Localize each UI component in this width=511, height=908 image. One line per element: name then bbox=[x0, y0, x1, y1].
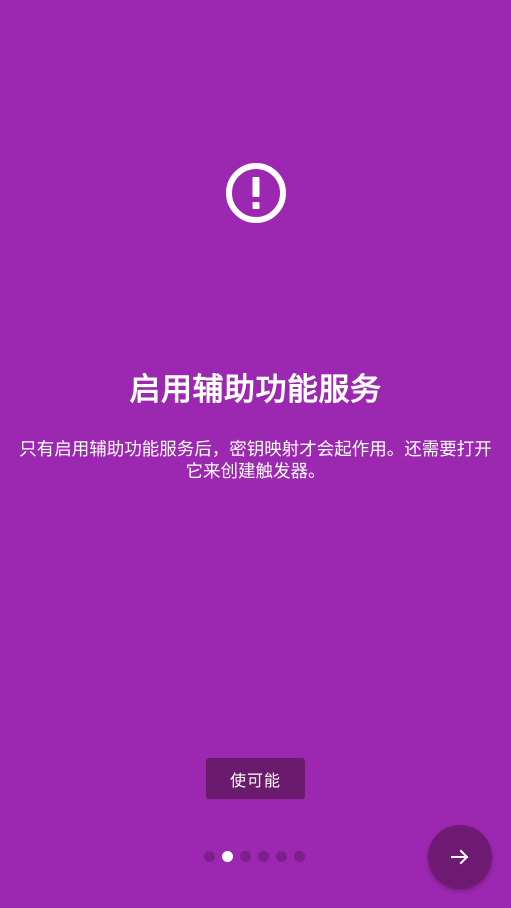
page-dot[interactable] bbox=[276, 851, 287, 862]
slide-title: 启用辅助功能服务 bbox=[129, 372, 382, 408]
slide-description: 只有启用辅助功能服务后，密钥映射才会起作用。还需要打开它来创建触发器。 bbox=[19, 440, 492, 482]
arrow-right-icon bbox=[451, 849, 469, 865]
page-dot-active[interactable] bbox=[222, 851, 233, 862]
page-dot[interactable] bbox=[240, 851, 251, 862]
next-button[interactable] bbox=[428, 825, 492, 889]
page-dot[interactable] bbox=[204, 851, 215, 862]
alert-circle-icon bbox=[225, 162, 287, 224]
page-dot[interactable] bbox=[258, 851, 269, 862]
enable-button[interactable]: 使可能 bbox=[206, 758, 305, 799]
onboarding-screen: 启用辅助功能服务 只有启用辅助功能服务后，密钥映射才会起作用。还需要打开它来创建… bbox=[0, 0, 511, 908]
page-dot[interactable] bbox=[294, 851, 305, 862]
